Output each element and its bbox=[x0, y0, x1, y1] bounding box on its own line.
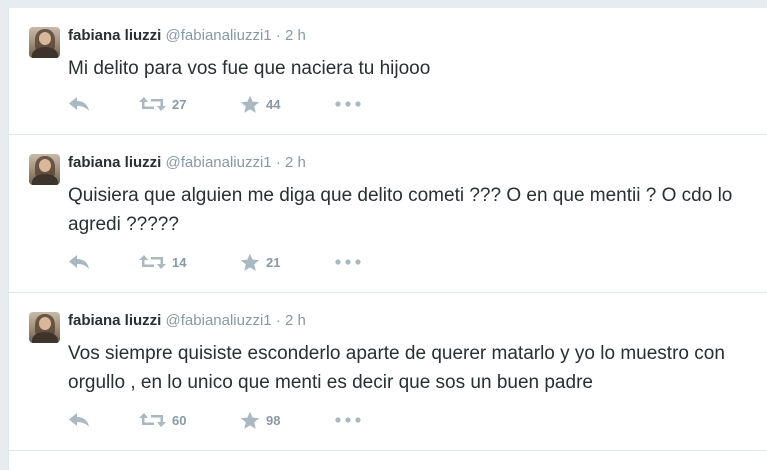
tweet[interactable]: fabiana liuzzi @fabianaliuzzi1 · 2 h Qui… bbox=[9, 135, 767, 293]
tweet[interactable]: fabiana liuzzi @fabianaliuzzi1 · 2 h Vos… bbox=[9, 293, 767, 451]
more-icon bbox=[335, 259, 361, 265]
tweet-text: Quisiera que alguien me diga que delito … bbox=[68, 185, 733, 235]
tweet-header: fabiana liuzzi @fabianaliuzzi1 · 2 h bbox=[68, 312, 306, 329]
tweet-text: Mi delito para vos fue que naciera tu hi… bbox=[68, 58, 431, 79]
more-button[interactable] bbox=[335, 93, 361, 115]
timestamp[interactable]: 2 h bbox=[285, 27, 306, 44]
star-icon bbox=[240, 411, 260, 429]
favorite-button[interactable]: 98 bbox=[240, 409, 280, 431]
separator: · bbox=[275, 154, 281, 171]
favorite-count: 21 bbox=[266, 254, 281, 270]
more-button[interactable] bbox=[335, 251, 361, 273]
avatar[interactable] bbox=[29, 27, 60, 58]
retweet-count: 27 bbox=[172, 96, 187, 112]
timeline: fabiana liuzzi @fabianaliuzzi1 · 2 h Mi … bbox=[8, 8, 767, 470]
retweet-icon bbox=[139, 255, 166, 269]
retweet-button[interactable]: 27 bbox=[139, 93, 186, 115]
author-handle[interactable]: @fabianaliuzzi1 bbox=[166, 312, 272, 329]
tweet-text: Vos siempre quisiste esconderlo aparte d… bbox=[68, 343, 725, 393]
star-icon bbox=[240, 95, 260, 113]
retweet-icon bbox=[139, 97, 166, 111]
retweet-icon bbox=[139, 413, 166, 427]
tweet-header: fabiana liuzzi @fabianaliuzzi1 · 2 h bbox=[68, 27, 306, 44]
tweet-header: fabiana liuzzi @fabianaliuzzi1 · 2 h bbox=[68, 154, 306, 171]
reply-icon bbox=[69, 255, 89, 269]
favorite-button[interactable]: 21 bbox=[240, 251, 280, 273]
retweet-button[interactable]: 14 bbox=[139, 251, 186, 273]
star-icon bbox=[240, 253, 260, 271]
reply-icon bbox=[69, 97, 89, 111]
tweet[interactable]: fabiana liuzzi @fabianaliuzzi1 · 2 h Mi … bbox=[9, 8, 767, 135]
author-name[interactable]: fabiana liuzzi bbox=[68, 154, 161, 171]
favorite-button[interactable]: 44 bbox=[240, 93, 280, 115]
retweet-button[interactable]: 60 bbox=[139, 409, 186, 431]
author-name[interactable]: fabiana liuzzi bbox=[68, 312, 161, 329]
reply-icon bbox=[69, 413, 89, 427]
more-icon bbox=[335, 101, 361, 107]
retweet-count: 60 bbox=[172, 412, 187, 428]
avatar[interactable] bbox=[29, 154, 60, 185]
author-name[interactable]: fabiana liuzzi bbox=[68, 27, 161, 44]
favorite-count: 44 bbox=[266, 96, 281, 112]
author-handle[interactable]: @fabianaliuzzi1 bbox=[166, 154, 272, 171]
reply-button[interactable] bbox=[68, 251, 90, 273]
author-handle[interactable]: @fabianaliuzzi1 bbox=[166, 27, 272, 44]
more-button[interactable] bbox=[335, 409, 361, 431]
more-icon bbox=[335, 417, 361, 423]
favorite-count: 98 bbox=[266, 412, 281, 428]
timestamp[interactable]: 2 h bbox=[285, 312, 306, 329]
avatar[interactable] bbox=[29, 312, 60, 343]
reply-button[interactable] bbox=[68, 93, 90, 115]
separator: · bbox=[275, 312, 281, 329]
reply-button[interactable] bbox=[68, 409, 90, 431]
timestamp[interactable]: 2 h bbox=[285, 154, 306, 171]
separator: · bbox=[275, 27, 281, 44]
retweet-count: 14 bbox=[172, 254, 187, 270]
